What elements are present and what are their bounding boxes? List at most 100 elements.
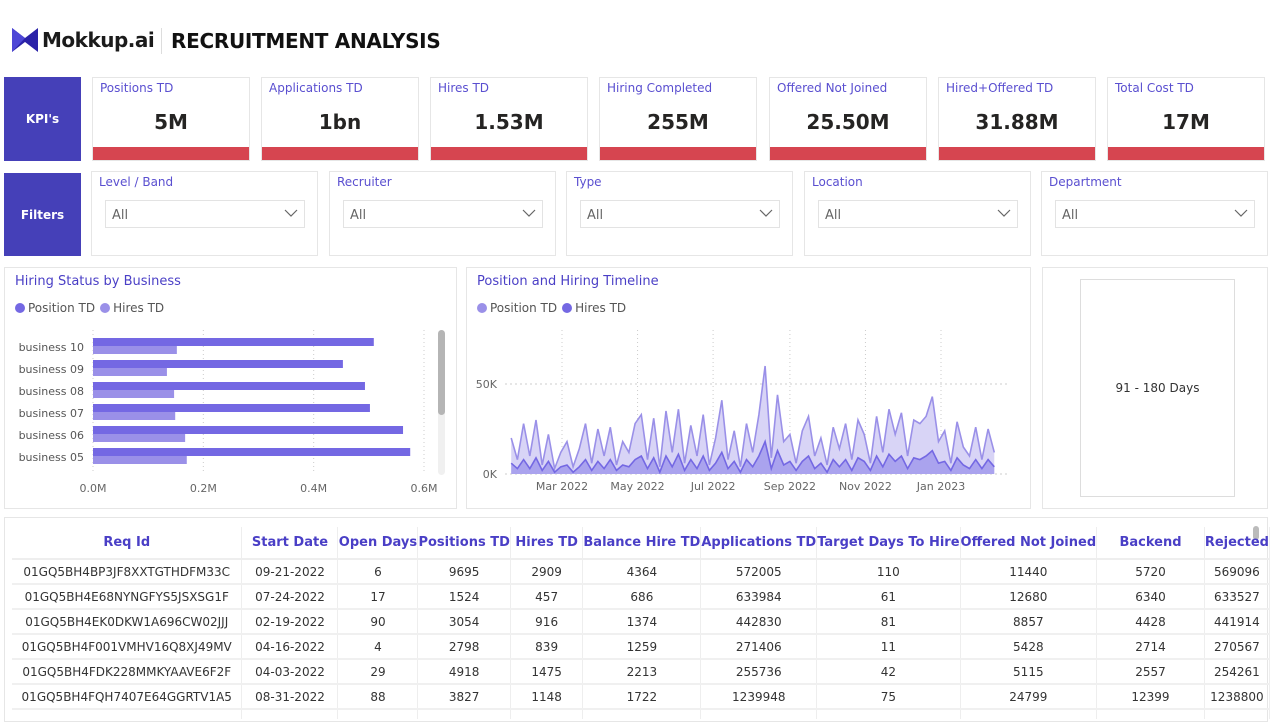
table-cell: 11 xyxy=(816,634,961,660)
timeline-area-chart: 0K 50K Mar 2022 May 2022 Jul 2022 Sep 2022 Nov… xyxy=(476,330,1008,493)
table-cell: 2557 xyxy=(1096,659,1205,685)
column-header[interactable]: Balance Hire TD xyxy=(582,527,702,560)
table-cell: 01GQ5BH4E68NYNGFYS5JSXSG1F xyxy=(12,584,243,610)
chevron-down-icon xyxy=(1234,209,1248,217)
table-cell: 61 xyxy=(816,584,961,610)
table-row[interactable]: 01GQ5BH4FQH7407E64GGRTV1A5 08-31-2022 88 38… xyxy=(12,684,1270,710)
table-cell: 88 xyxy=(337,684,419,710)
table-cell: 01GQ5BH4BP3JF8XXTGTHDFM33C xyxy=(12,559,243,585)
table-cell: 81 xyxy=(816,609,961,635)
table-cell: 08-31-2022 xyxy=(241,684,339,710)
table-cell: 3054 xyxy=(417,609,511,635)
table-cell: 12680 xyxy=(960,584,1098,610)
days-bucket-panel: 91 - 180 Days xyxy=(1042,267,1268,509)
table-cell: 01GQ5BH4FDK228MMKYAAVE6F2F xyxy=(12,659,243,685)
table-row-partial xyxy=(12,709,1270,719)
table-cell: 6340 xyxy=(1096,584,1205,610)
table-cell: 17 xyxy=(337,584,419,610)
column-header[interactable]: Target Days To Hire xyxy=(816,527,961,560)
table-cell: 6 xyxy=(337,559,419,585)
table-cell: 4364 xyxy=(582,559,702,585)
table-cell: 11440 xyxy=(960,559,1098,585)
column-header[interactable]: Positions TD xyxy=(417,527,511,560)
table-cell: 75 xyxy=(816,684,961,710)
table-cell: 5428 xyxy=(960,634,1098,660)
kpi-value: 17M xyxy=(1162,110,1210,134)
x-tick-label: Jul 2022 xyxy=(690,480,736,493)
table-cell: 1722 xyxy=(582,684,702,710)
table-cell: 07-24-2022 xyxy=(241,584,339,610)
table-cell: 5720 xyxy=(1096,559,1205,585)
table-cell: 09-21-2022 xyxy=(241,559,339,585)
column-header[interactable]: Open Days xyxy=(337,527,419,560)
table-cell: 839 xyxy=(510,634,584,660)
table-cell: 3827 xyxy=(417,684,511,710)
dropdown-value: All xyxy=(1062,208,1079,223)
days-bucket-label: 91 - 180 Days xyxy=(1115,381,1200,395)
table-cell: 4 xyxy=(337,634,419,660)
table-cell: 02-19-2022 xyxy=(241,609,339,635)
table-row[interactable]: 01GQ5BH4E68NYNGFYS5JSXSG1F 07-24-2022 17 15… xyxy=(12,584,1270,610)
table-cell: 572005 xyxy=(700,559,818,585)
table-cell: 4428 xyxy=(1096,609,1205,635)
column-header[interactable]: Applications TD xyxy=(700,527,818,560)
table-cell: 1148 xyxy=(510,684,584,710)
table-cell: 110 xyxy=(816,559,961,585)
table-cell: 4918 xyxy=(417,659,511,685)
table-cell: 1475 xyxy=(510,659,584,685)
column-header[interactable]: Req Id xyxy=(12,527,243,560)
table-cell: 457 xyxy=(510,584,584,610)
filter-label: Department xyxy=(1049,175,1122,189)
x-tick-label: Nov 2022 xyxy=(839,480,892,493)
table-cell: 255736 xyxy=(700,659,818,685)
table-cell: 12399 xyxy=(1096,684,1205,710)
y-tick-label: 0K xyxy=(483,468,498,481)
table-cell: 01GQ5BH4F001VMHV16Q8XJ49MV xyxy=(12,634,243,660)
table-cell: 1524 xyxy=(417,584,511,610)
table-cell: 1374 xyxy=(582,609,702,635)
table-cell: 569096 xyxy=(1204,559,1270,585)
table-cell: 5115 xyxy=(960,659,1098,685)
table-row[interactable]: 01GQ5BH4FDK228MMKYAAVE6F2F 04-03-2022 29 49… xyxy=(12,659,1270,685)
column-header[interactable]: Hires TD xyxy=(510,527,584,560)
table-cell: 254261 xyxy=(1204,659,1270,685)
column-header[interactable]: Offered Not Joined xyxy=(960,527,1098,560)
column-header[interactable]: Start Date xyxy=(241,527,339,560)
y-tick-label: 50K xyxy=(476,378,498,391)
table-cell: 441914 xyxy=(1204,609,1270,635)
filter-dropdown[interactable]: All xyxy=(1055,200,1255,228)
x-tick-label: Jan 2023 xyxy=(916,480,965,493)
table-cell: 1239948 xyxy=(700,684,818,710)
table-cell: 271406 xyxy=(700,634,818,660)
table-cell: 2798 xyxy=(417,634,511,660)
table-cell: 04-03-2022 xyxy=(241,659,339,685)
x-tick-label: Mar 2022 xyxy=(536,480,588,493)
table-row[interactable]: 01GQ5BH4F001VMHV16Q8XJ49MV 04-16-2022 4 279… xyxy=(12,634,1270,660)
table-cell: 29 xyxy=(337,659,419,685)
table-cell: 270567 xyxy=(1204,634,1270,660)
kpi-bar xyxy=(1108,147,1264,160)
column-header[interactable]: Backend xyxy=(1096,527,1205,560)
table-cell: 8857 xyxy=(960,609,1098,635)
x-tick-label: Sep 2022 xyxy=(764,480,816,493)
filter-department: Department All xyxy=(1041,171,1268,256)
days-bucket-card[interactable]: 91 - 180 Days xyxy=(1080,279,1235,497)
table-cell: 42 xyxy=(816,659,961,685)
table-cell: 1238800 xyxy=(1204,684,1270,710)
table-cell: 686 xyxy=(582,584,702,610)
table-cell: 90 xyxy=(337,609,419,635)
table-cell: 01GQ5BH4EK0DKW1A696CW02JJJ xyxy=(12,609,243,635)
kpi-label: Total Cost TD xyxy=(1115,81,1194,95)
table-cell: 01GQ5BH4FQH7407E64GGRTV1A5 xyxy=(12,684,243,710)
table-cell: 24799 xyxy=(960,684,1098,710)
requisition-table: Req Id Start Date Open Days Positions TD Hir… xyxy=(12,527,1270,719)
table-row[interactable]: 01GQ5BH4EK0DKW1A696CW02JJJ 02-19-2022 90 30… xyxy=(12,609,1270,635)
table-cell: 04-16-2022 xyxy=(241,634,339,660)
column-header[interactable]: Rejected xyxy=(1204,527,1270,560)
x-tick-label: May 2022 xyxy=(610,480,664,493)
table-cell: 633984 xyxy=(700,584,818,610)
table-cell: 2714 xyxy=(1096,634,1205,660)
table-cell: 633527 xyxy=(1204,584,1270,610)
table-cell: 9695 xyxy=(417,559,511,585)
table-row[interactable]: 01GQ5BH4BP3JF8XXTGTHDFM33C 09-21-2022 6 969… xyxy=(12,559,1270,585)
